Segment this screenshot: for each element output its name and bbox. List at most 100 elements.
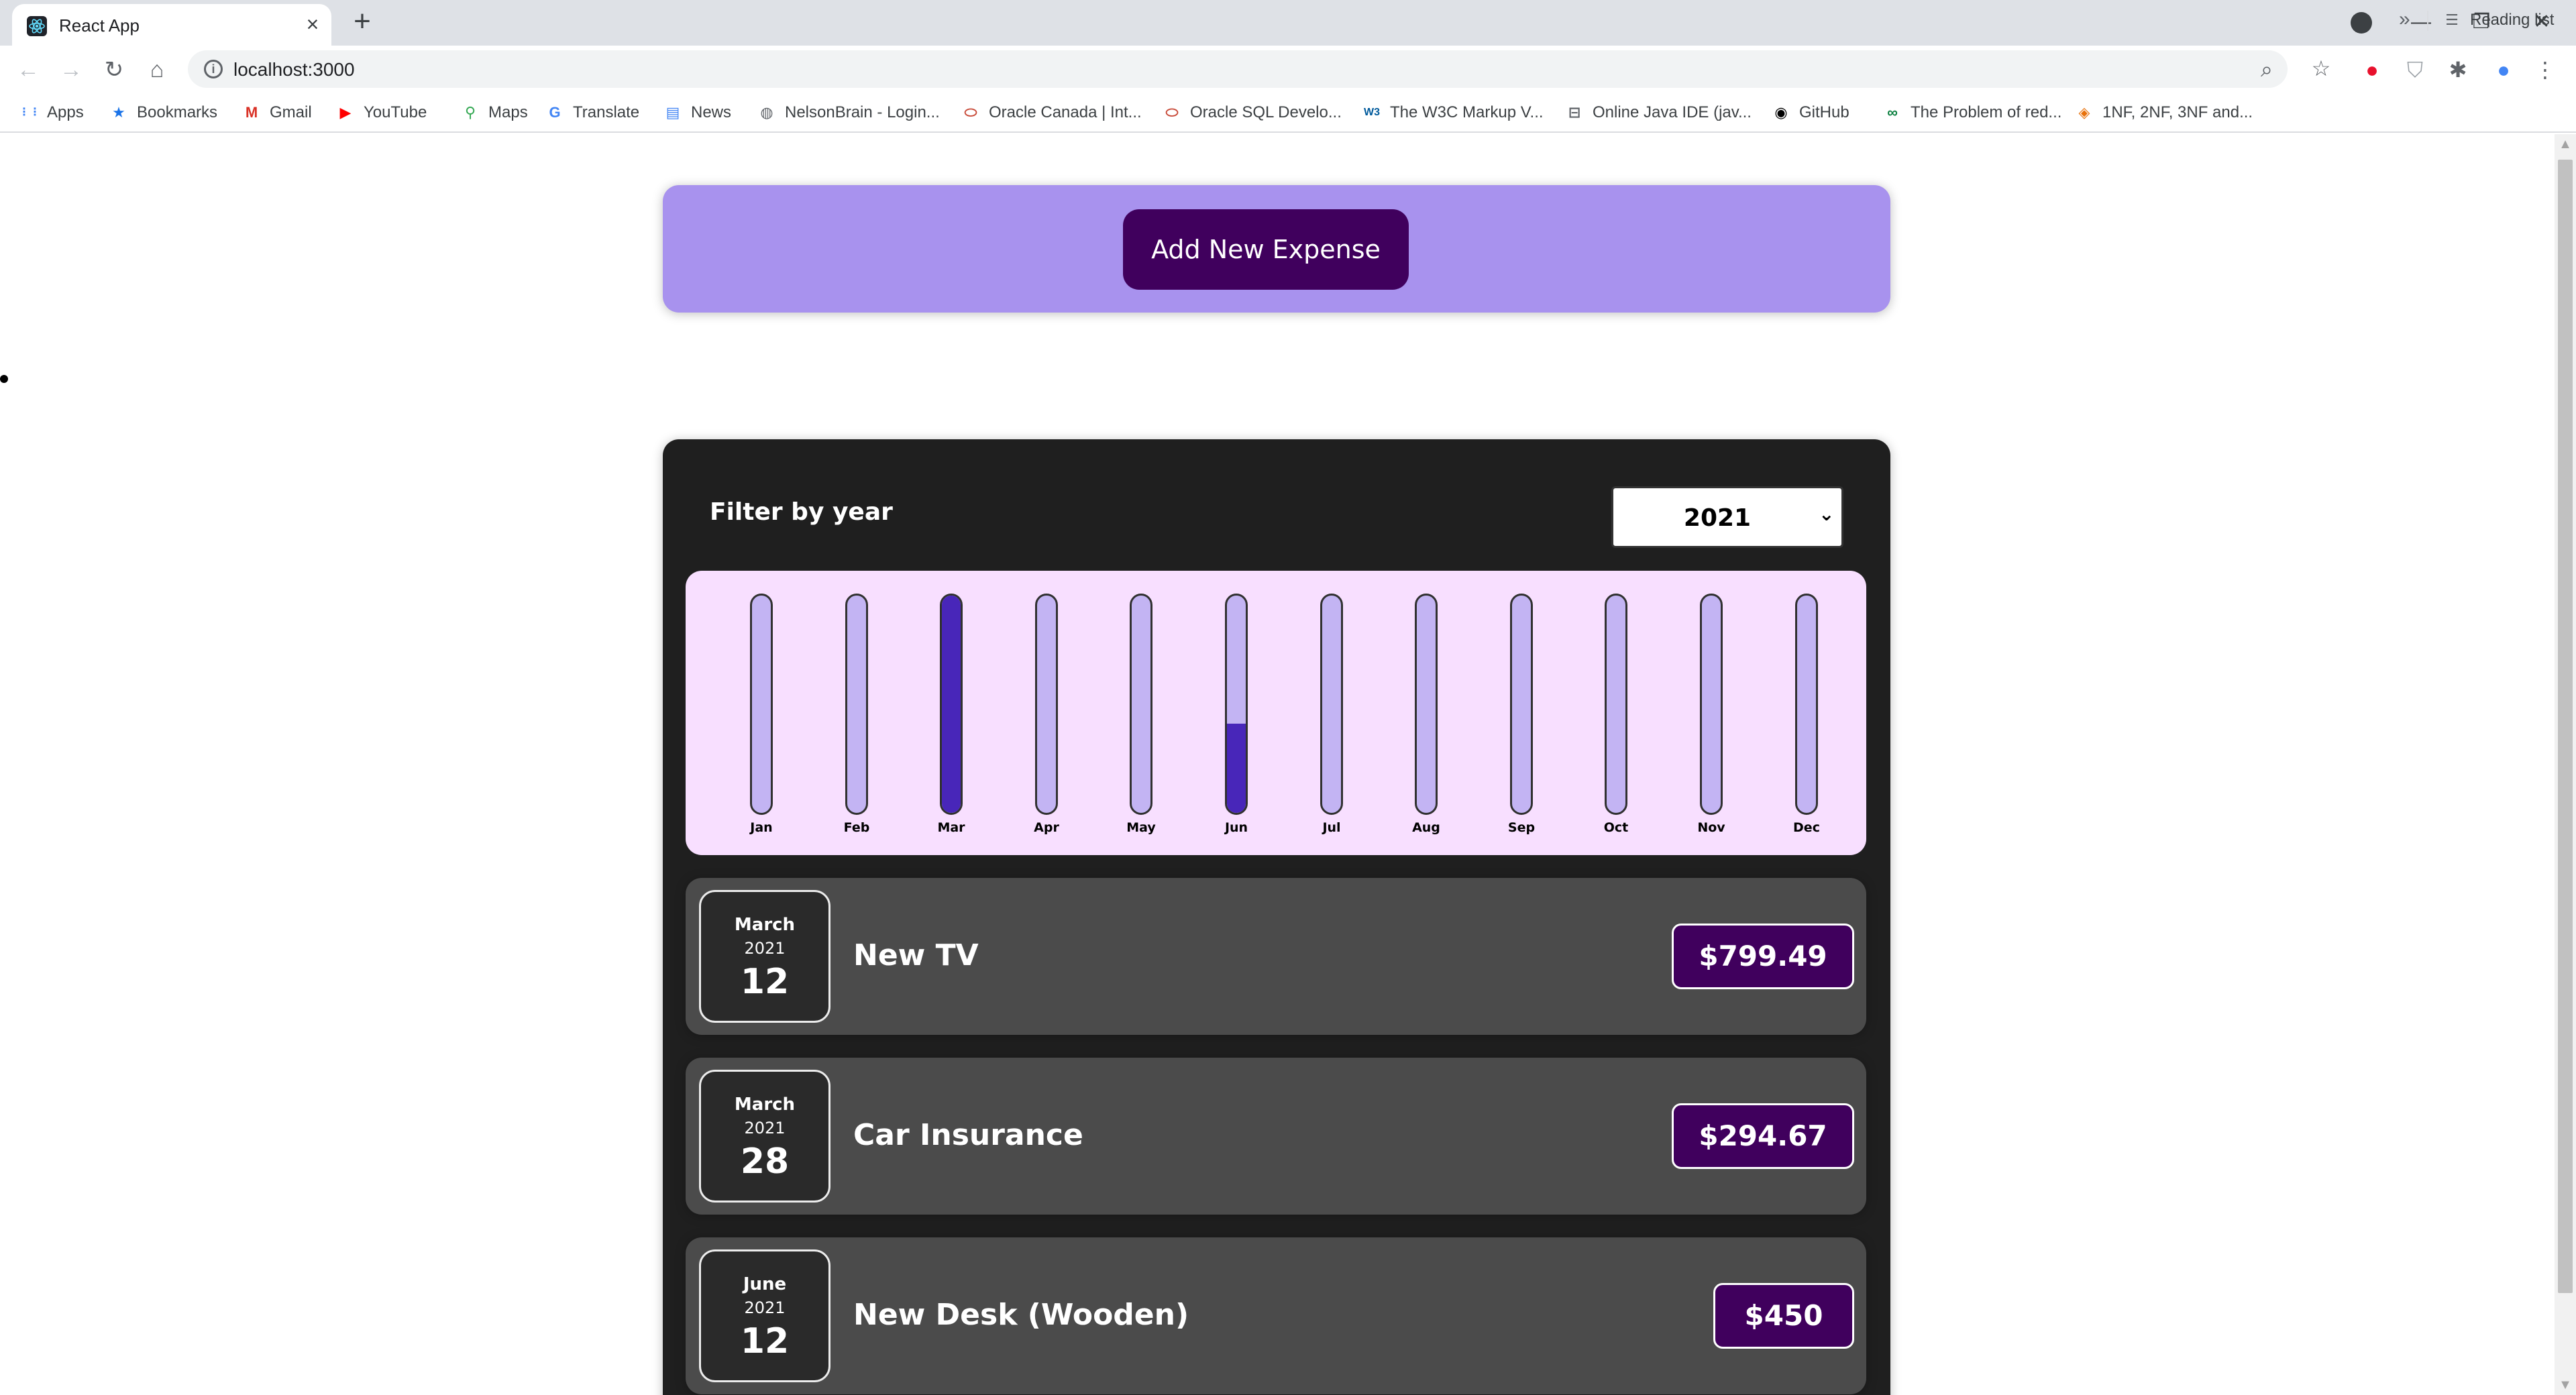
- expenses-chart: Jan Feb Mar Apr May Jun Jul Aug Sep Oct Nov Dec: [686, 571, 1866, 855]
- chart-bar-track: [1320, 594, 1343, 815]
- reading-list-button[interactable]: ☰ Reading list: [2442, 8, 2554, 32]
- shield-extension-icon[interactable]: ⛉: [2402, 56, 2428, 83]
- chart-bar-track: [1700, 594, 1723, 815]
- reload-icon[interactable]: ↻: [99, 55, 129, 85]
- bookmark-item[interactable]: ★ Bookmarks: [109, 101, 217, 125]
- expense-date-year: 2021: [744, 1298, 786, 1317]
- chart-bar-label: Dec: [1793, 820, 1820, 835]
- tab-title: React App: [59, 15, 140, 36]
- bookmark-item[interactable]: ▶ YouTube: [335, 101, 427, 125]
- scroll-down-icon[interactable]: ▼: [2555, 1375, 2576, 1395]
- chart-bar-track: [1795, 594, 1818, 815]
- chart-bar-feb: Feb: [836, 594, 876, 842]
- page-viewport: Add New Expense Filter by year 2021 ⌄ Ja…: [0, 134, 2555, 1395]
- list-bullet: [0, 375, 8, 383]
- address-url[interactable]: localhost:3000: [233, 59, 355, 80]
- extensions-puzzle-icon[interactable]: ✱: [2445, 56, 2471, 83]
- bookmark-label: Maps: [488, 103, 528, 121]
- expense-date: March 2021 12: [699, 890, 830, 1023]
- expense-date-day: 12: [740, 1321, 790, 1361]
- address-bar[interactable]: i localhost:3000 ⌕: [188, 50, 2288, 88]
- chevron-down-icon: ⌄: [1819, 503, 1835, 525]
- bookmark-item[interactable]: ⋮⋮ Apps: [19, 101, 84, 125]
- new-tab-icon[interactable]: +: [347, 7, 377, 38]
- bookmark-star-icon[interactable]: ☆: [2308, 55, 2334, 82]
- chart-bar-mar: Mar: [930, 594, 971, 842]
- bookmark-item[interactable]: ◉ GitHub: [1771, 101, 1849, 125]
- expense-item[interactable]: June 2021 12 New Desk (Wooden) $450: [686, 1237, 1866, 1394]
- chart-bar-label: Nov: [1697, 820, 1725, 835]
- menu-kebab-icon[interactable]: ⋮: [2532, 56, 2559, 83]
- add-new-expense-button[interactable]: Add New Expense: [1123, 209, 1409, 290]
- bookmark-label: Online Java IDE (jav...: [1593, 103, 1752, 121]
- expense-item[interactable]: March 2021 28 Car Insurance $294.67: [686, 1058, 1866, 1215]
- chart-bar-label: Mar: [937, 820, 965, 835]
- bookmark-item[interactable]: ⊟ Online Java IDE (jav...: [1564, 101, 1752, 125]
- chart-bar-aug: Aug: [1405, 594, 1446, 842]
- chart-bar-label: Apr: [1034, 820, 1059, 835]
- filter-label: Filter by year: [710, 498, 893, 526]
- chart-bar-label: Oct: [1603, 820, 1629, 835]
- chart-bar-track: [750, 594, 773, 815]
- bookmark-label: Gmail: [270, 103, 312, 121]
- bookmark-label: Oracle SQL Develo...: [1190, 103, 1342, 121]
- expense-date-month: March: [734, 1095, 796, 1115]
- expense-date-day: 28: [740, 1141, 790, 1182]
- bookmark-item[interactable]: ◈ 1NF, 2NF, 3NF and...: [2074, 101, 2253, 125]
- tab-close-icon[interactable]: ×: [301, 12, 325, 36]
- zoom-icon[interactable]: ⌕: [2261, 57, 2273, 82]
- chart-bar-label: Feb: [843, 820, 870, 835]
- bookmark-label: Bookmarks: [137, 103, 218, 121]
- expense-date-month: June: [743, 1274, 787, 1294]
- bookmark-item[interactable]: ⬭ Oracle SQL Develo...: [1162, 101, 1342, 125]
- github-icon: ◉: [1774, 104, 1788, 121]
- expense-date: June 2021 12: [699, 1249, 830, 1382]
- chart-bar-nov: Nov: [1690, 594, 1731, 842]
- bookmark-label: News: [691, 103, 732, 121]
- bookmark-item[interactable]: ◍ NelsonBrain - Login...: [757, 101, 940, 125]
- bookmark-item[interactable]: ⬭ Oracle Canada | Int...: [961, 101, 1142, 125]
- back-icon[interactable]: ←: [13, 55, 43, 85]
- expense-title: Car Insurance: [853, 1118, 1083, 1152]
- expense-date-day: 12: [740, 962, 790, 1002]
- more-bookmarks-icon[interactable]: »: [2399, 8, 2410, 31]
- page-scrollbar[interactable]: ▲ ▼: [2555, 134, 2576, 1395]
- browser-tab-strip: React App × + — ❐ ✕: [0, 0, 2576, 46]
- chart-bar-sep: Sep: [1501, 594, 1541, 842]
- expense-item[interactable]: March 2021 12 New TV $799.49: [686, 878, 1866, 1035]
- bookmark-label: Apps: [47, 103, 84, 121]
- profile-avatar-icon[interactable]: ●: [2490, 56, 2517, 83]
- bookmark-label: Translate: [573, 103, 640, 121]
- bookmark-label: The W3C Markup V...: [1390, 103, 1544, 121]
- chart-bar-track: [1035, 594, 1058, 815]
- bookmark-item[interactable]: ▤ News: [663, 101, 731, 125]
- year-select[interactable]: 2021 ⌄: [1611, 486, 1843, 548]
- bookmark-item[interactable]: ⚲ Maps: [460, 101, 528, 125]
- chart-bar-track: [845, 594, 868, 815]
- bookmark-item[interactable]: M Gmail: [241, 101, 312, 125]
- browser-tab[interactable]: React App ×: [12, 4, 331, 46]
- react-logo-icon: [27, 16, 47, 36]
- chart-bar-label: Jul: [1322, 820, 1341, 835]
- chart-bar-label: Jun: [1224, 820, 1248, 835]
- chart-bar-oct: Oct: [1595, 594, 1635, 842]
- tab-search-icon[interactable]: [2351, 12, 2372, 34]
- chart-bar-track: [940, 594, 963, 815]
- bookmark-label: NelsonBrain - Login...: [785, 103, 940, 121]
- scroll-thumb[interactable]: [2558, 160, 2573, 1293]
- oracle-icon: ⬭: [1165, 104, 1179, 121]
- bookmark-item[interactable]: W3 The W3C Markup V...: [1362, 101, 1544, 125]
- forward-icon[interactable]: →: [56, 55, 86, 85]
- site-info-icon[interactable]: i: [204, 60, 223, 78]
- chart-bar-label: Aug: [1412, 820, 1440, 835]
- bookmark-item[interactable]: ∞ The Problem of red...: [1882, 101, 2061, 125]
- link-icon: ∞: [1887, 104, 1898, 121]
- chart-bar-label: May: [1126, 820, 1156, 835]
- opera-extension-icon[interactable]: ●: [2359, 56, 2385, 83]
- bookmark-label: YouTube: [364, 103, 427, 121]
- home-icon[interactable]: ⌂: [142, 55, 172, 85]
- scroll-up-icon[interactable]: ▲: [2555, 134, 2576, 154]
- globe-icon: ◍: [760, 104, 773, 121]
- bookmark-item[interactable]: G Translate: [545, 101, 639, 125]
- chart-bar-track: [1225, 594, 1248, 815]
